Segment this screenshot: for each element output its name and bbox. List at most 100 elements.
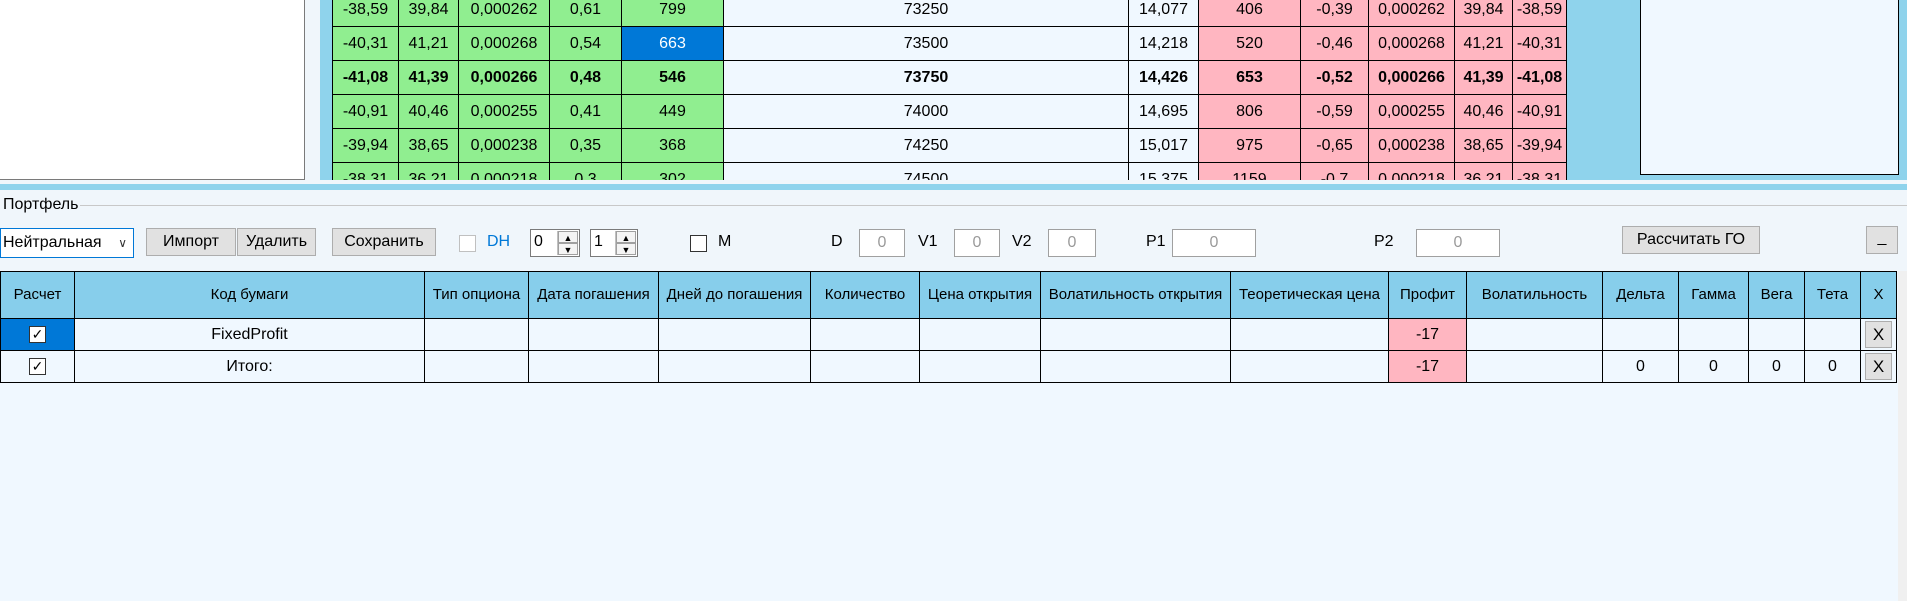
option-cell[interactable]: 449 [621, 94, 724, 129]
option-cell[interactable]: 38,65 [398, 128, 459, 163]
option-cell[interactable]: -38,59 [332, 0, 399, 27]
option-cell[interactable]: -40,91 [1512, 94, 1567, 129]
option-cell[interactable]: 0,48 [549, 60, 622, 95]
option-cell[interactable]: -0,65 [1300, 128, 1369, 163]
arrow-up-icon[interactable]: ▲ [558, 231, 578, 243]
option-cell[interactable]: 0,000262 [1368, 0, 1455, 27]
p2-field[interactable]: 0 [1416, 229, 1500, 257]
quantity-cell[interactable] [810, 350, 920, 383]
spinner-2-arrows[interactable]: ▲ ▼ [615, 231, 636, 255]
minimize-button[interactable]: _ [1866, 226, 1898, 254]
delete-row-button[interactable]: X [1865, 353, 1892, 380]
option-type-cell[interactable] [424, 350, 529, 383]
profit-cell[interactable]: -17 [1388, 350, 1467, 383]
option-cell[interactable]: 799 [621, 0, 724, 27]
m-checkbox[interactable] [690, 235, 707, 252]
option-cell[interactable]: 0,000268 [458, 26, 550, 61]
delete-row-button[interactable]: X [1865, 321, 1892, 348]
option-cell[interactable]: 653 [1198, 60, 1301, 95]
option-cell[interactable]: -40,91 [332, 94, 399, 129]
dh-checkbox[interactable] [459, 235, 476, 252]
option-cell[interactable]: 975 [1198, 128, 1301, 163]
spinner-1[interactable]: 0 ▲ ▼ [530, 229, 580, 257]
option-cell[interactable]: -0,39 [1300, 0, 1369, 27]
option-cell[interactable]: 39,84 [398, 0, 459, 27]
option-cell[interactable]: 0,000266 [1368, 60, 1455, 95]
option-cell[interactable]: 368 [621, 128, 724, 163]
option-board-row[interactable]: -38,31 36,21 0,000218 0,3 302 74500 15,375 1159… [332, 162, 1567, 180]
option-cell[interactable]: 15,017 [1128, 128, 1199, 163]
option-cell[interactable]: 302 [621, 162, 724, 180]
option-cell[interactable]: -39,94 [1512, 128, 1567, 163]
option-cell[interactable]: 0,000218 [458, 162, 550, 180]
grid-scrollbar[interactable] [1898, 271, 1907, 601]
option-cell[interactable]: 40,46 [398, 94, 459, 129]
delete-cell[interactable]: X [1860, 318, 1897, 351]
option-board-row[interactable]: -39,94 38,65 0,000238 0,35 368 74250 15,017 975… [332, 128, 1567, 163]
option-cell[interactable]: 36,21 [398, 162, 459, 180]
volatility-cell[interactable] [1466, 318, 1603, 351]
calc-cell[interactable]: ✓ [0, 318, 75, 351]
strike-cell[interactable]: 73500 [723, 26, 1129, 61]
option-board-row[interactable]: -40,91 40,46 0,000255 0,41 449 74000 14,695 806… [332, 94, 1567, 129]
strike-cell[interactable]: 73250 [723, 0, 1129, 27]
calculate-go-button[interactable]: Рассчитать ГО [1622, 226, 1760, 254]
col-header-days-left[interactable]: Дней до погашения [658, 271, 811, 319]
theta-cell[interactable]: 0 [1804, 350, 1861, 383]
table-row[interactable]: ✓ Итого: -17 0 0 0 0 X [0, 350, 1897, 383]
theor-price-cell[interactable] [1230, 318, 1389, 351]
calc-checkbox[interactable]: ✓ [29, 325, 46, 343]
strike-cell[interactable]: 73750 [723, 60, 1129, 95]
gamma-cell[interactable] [1678, 318, 1749, 351]
option-board-row[interactable]: -41,08 41,39 0,000266 0,48 546 73750 14,426 653… [332, 60, 1567, 95]
option-cell[interactable]: 36,21 [1454, 162, 1513, 180]
col-header-expiry[interactable]: Дата погашения [528, 271, 659, 319]
strike-cell[interactable]: 74000 [723, 94, 1129, 129]
option-cell[interactable]: 1159 [1198, 162, 1301, 180]
col-header-code[interactable]: Код бумаги [74, 271, 425, 319]
option-cell[interactable]: -38,59 [1512, 0, 1567, 27]
arrow-down-icon[interactable]: ▼ [616, 243, 636, 255]
horizontal-splitter[interactable] [0, 184, 1907, 190]
col-header-option-type[interactable]: Тип опциона [424, 271, 529, 319]
open-vol-cell[interactable] [1040, 350, 1231, 383]
option-cell[interactable]: 40,46 [1454, 94, 1513, 129]
option-cell[interactable]: 0,000262 [458, 0, 550, 27]
col-header-calc[interactable]: Расчет [0, 271, 75, 319]
option-cell[interactable]: 546 [621, 60, 724, 95]
spinner-2[interactable]: 1 ▲ ▼ [590, 229, 638, 257]
spinner-1-arrows[interactable]: ▲ ▼ [557, 231, 578, 255]
option-cell[interactable]: -39,94 [332, 128, 399, 163]
option-cell[interactable]: 41,21 [398, 26, 459, 61]
strike-cell[interactable]: 74500 [723, 162, 1129, 180]
calc-checkbox[interactable]: ✓ [29, 357, 46, 375]
col-header-gamma[interactable]: Гамма [1678, 271, 1749, 319]
col-header-open-price[interactable]: Цена открытия [919, 271, 1041, 319]
option-cell[interactable]: -38,31 [332, 162, 399, 180]
option-cell[interactable]: 41,21 [1454, 26, 1513, 61]
option-cell[interactable]: -41,08 [1512, 60, 1567, 95]
option-cell[interactable]: -40,31 [332, 26, 399, 61]
table-row[interactable]: ✓ FixedProfit -17 X [0, 318, 1897, 351]
option-cell[interactable]: 0,000255 [458, 94, 550, 129]
code-cell[interactable]: Итого: [74, 350, 425, 383]
option-cell[interactable]: -0,52 [1300, 60, 1369, 95]
delta-cell[interactable]: 0 [1602, 350, 1679, 383]
calc-cell[interactable]: ✓ [0, 350, 75, 383]
col-header-vega[interactable]: Вега [1748, 271, 1805, 319]
option-cell[interactable]: 0,000238 [1368, 128, 1455, 163]
col-header-quantity[interactable]: Количество [810, 271, 920, 319]
option-cell[interactable]: 0,000218 [1368, 162, 1455, 180]
instrument-list-panel[interactable] [0, 0, 305, 180]
col-header-profit[interactable]: Профит [1388, 271, 1467, 319]
delta-cell[interactable] [1602, 318, 1679, 351]
expiry-cell[interactable] [528, 350, 659, 383]
option-cell[interactable]: 14,695 [1128, 94, 1199, 129]
save-button[interactable]: Сохранить [332, 228, 436, 256]
option-cell[interactable]: 0,41 [549, 94, 622, 129]
option-cell[interactable]: -38,31 [1512, 162, 1567, 180]
p1-field[interactable]: 0 [1172, 229, 1256, 257]
quantity-cell[interactable] [810, 318, 920, 351]
option-cell[interactable]: 0,000238 [458, 128, 550, 163]
option-type-cell[interactable] [424, 318, 529, 351]
